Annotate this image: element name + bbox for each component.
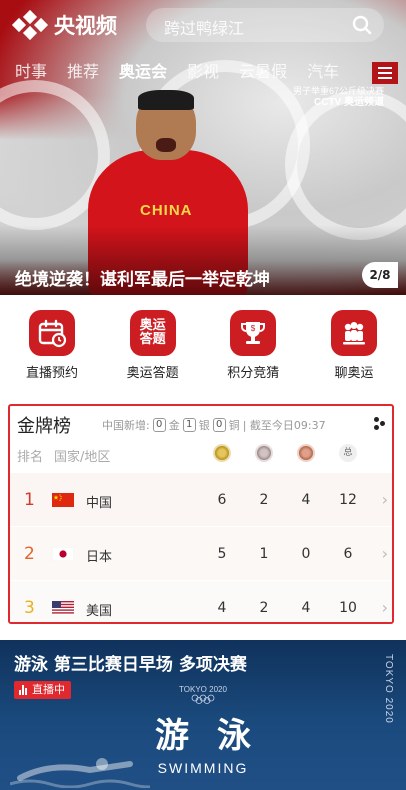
quick-action-chat[interactable]: 聊奥运 [308,300,400,388]
app-name: 央视频 [54,14,117,38]
hero-banner[interactable]: CHINA 男子举重67公斤级决赛 CCTV 奥运频道 绝境逆袭！谌利军最后一举… [0,0,406,295]
app-logo[interactable]: 央视频 [11,9,117,41]
quick-action-quiz[interactable]: 奥运 答题 奥运答题 [107,300,199,388]
quiz-icon-text: 奥运 答题 [139,318,166,347]
quick-action-label: 积分竞猜 [227,366,280,381]
total-count: 12 [339,492,357,508]
column-country: 国家/地区 [54,450,111,465]
svg-text:$: $ [251,324,256,333]
bronze-count: 4 [301,492,311,508]
tab-qiche[interactable]: 汽车 [299,60,347,88]
channel-tabs: 时事 推荐 奥运会 影视 云暑假 汽车 [0,60,406,88]
live-badge-text: 直播中 [32,683,65,696]
country-name: 美国 [86,604,113,619]
total-count: 6 [343,546,353,562]
chevron-right-icon: › [381,544,388,563]
cutoff-time: | 截至今日09:37 [242,419,326,432]
new-bronze-count: 0 [212,418,226,432]
bronze-count: 0 [301,546,311,562]
quick-action-guess[interactable]: $ 积分竞猜 [207,300,299,388]
medal-row-usa[interactable]: 3 美国 4 2 4 10 › [10,580,392,622]
tab-olympics[interactable]: 奥运会 [111,60,175,88]
logo-icon [11,9,49,41]
gold-medal-icon [213,444,231,462]
rank: 3 [24,598,35,618]
column-rank: 排名 [17,450,44,465]
new-gold-count: 0 [152,418,166,432]
country-name: 中国 [86,496,113,511]
quick-actions: 直播预约 奥运 答题 奥运答题 $ 积分竞猜 聊奥运 [0,300,406,388]
medal-row-china[interactable]: 1 中国 6 2 4 12 › [10,472,392,526]
trophy-icon: $ [230,310,277,356]
top-bar: 央视频 跨过鸭绿江 [0,0,406,52]
broadcast-overlay: 男子举重67公斤级决赛 CCTV 奥运频道 [293,86,384,108]
live-stream-card[interactable]: 游泳 第三比赛日早场 多项决赛 直播中 TOKYO 2020 TOKYO 202… [0,640,406,790]
silver-label: 银 [198,419,210,432]
tab-yingshi[interactable]: 影视 [179,60,227,88]
swimmer-icon [10,758,150,788]
app-root: CHINA 男子举重67公斤级决赛 CCTV 奥运频道 绝境逆袭！谌利军最后一举… [0,0,406,790]
search-icon[interactable] [352,15,372,35]
sport-title: 游泳 [155,716,279,756]
medal-table-title: 金牌榜 [17,416,71,437]
live-bars-icon [19,685,28,695]
bronze-label: 铜 [228,419,240,432]
tokyo-emblem: TOKYO 2020 [178,685,228,706]
live-badge: 直播中 [14,681,71,699]
bronze-medal-icon [297,444,315,462]
silver-medal-icon [255,444,273,462]
silver-count: 1 [259,546,269,562]
quick-action-label: 奥运答题 [126,366,179,381]
chevron-right-icon: › [381,598,388,617]
new-medals-prefix: 中国新增: [102,419,150,432]
expand-icon[interactable] [374,417,386,431]
search-placeholder[interactable]: 跨过鸭绿江 [164,15,244,39]
hero-caption[interactable]: 绝境逆袭！谌利军最后一举定乾坤 [15,265,270,290]
tab-tuijian[interactable]: 推荐 [59,60,107,88]
broadcast-logo: CCTV 奥运频道 [314,97,384,108]
country-name: 日本 [86,550,113,565]
jersey-text: CHINA [140,202,193,219]
silver-count: 2 [259,492,269,508]
quiz-icon: 奥运 答题 [129,310,176,356]
gold-label: 金 [168,419,180,432]
usa-flag-icon [52,601,74,615]
rank: 2 [24,544,35,564]
slide-counter: 2/8 [362,262,398,288]
medal-table-summary: 中国新增: 0 金 1 银 0 铜 | 截至今日09:37 [102,417,326,433]
medal-table[interactable]: 金牌榜 中国新增: 0 金 1 银 0 铜 | 截至今日09:37 排名 国家/… [8,404,394,624]
gold-count: 5 [217,546,227,562]
bronze-count: 4 [301,600,311,616]
medal-row-japan[interactable]: 2 日本 5 1 0 6 › [10,526,392,580]
tokyo-emblem-text: TOKYO 2020 [179,685,227,694]
silver-count: 2 [259,600,269,616]
quick-action-label: 直播预约 [25,366,78,381]
new-silver-count: 1 [182,418,196,432]
total-count: 10 [339,600,357,616]
olympic-rings-icon [191,694,215,704]
search-bar[interactable]: 跨过鸭绿江 [146,8,384,42]
chevron-right-icon: › [381,490,388,509]
gold-count: 4 [217,600,227,616]
medal-rows: 1 中国 6 2 4 12 › 2 日本 5 1 0 6 › 3 美国 4 2 … [10,472,392,622]
quick-action-live-booking[interactable]: 直播预约 [6,300,98,388]
rank: 1 [24,490,35,510]
live-card-title[interactable]: 游泳 第三比赛日早场 多项决赛 [14,650,247,675]
menu-icon[interactable] [372,62,398,84]
calendar-clock-icon [29,310,75,356]
gold-count: 6 [217,492,227,508]
japan-flag-icon [52,547,74,561]
tab-yunshujia[interactable]: 云暑假 [231,60,295,88]
people-chat-icon [330,310,377,356]
quick-action-label: 聊奥运 [334,366,374,381]
tab-shishi[interactable]: 时事 [0,60,55,88]
total-column-icon: 总 [339,444,357,462]
china-flag-icon [52,493,74,507]
